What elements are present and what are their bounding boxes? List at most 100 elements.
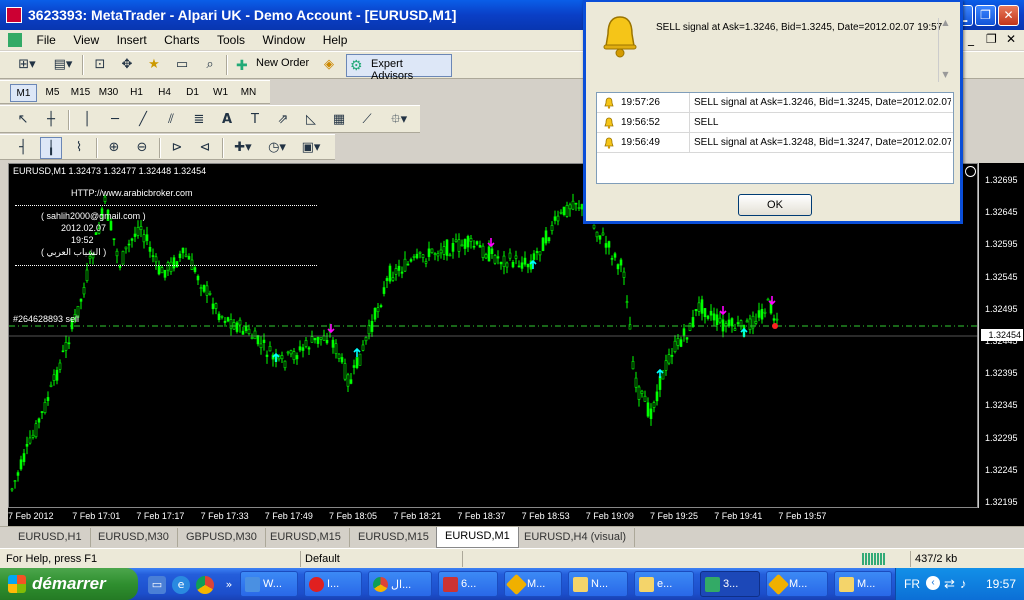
fibonacci-icon[interactable]: ≣ <box>188 109 210 131</box>
tab-eurusd-m15[interactable]: EURUSD,M15 <box>262 528 350 547</box>
mdi-minimize-icon[interactable]: _ <box>968 32 974 46</box>
document-icon[interactable] <box>8 33 22 47</box>
timeframe-m1[interactable]: M1 <box>10 84 37 102</box>
timeframe-m5[interactable]: M5 <box>39 84 66 102</box>
menu-charts[interactable]: Charts <box>157 30 206 50</box>
mdi-close-icon[interactable]: ✕ <box>1006 32 1016 46</box>
vertical-line-icon[interactable]: │ <box>76 109 98 131</box>
language-indicator[interactable]: FR <box>904 577 920 591</box>
metatrader-app-icon <box>6 7 22 23</box>
new-order-button[interactable]: ✚ New Order <box>234 54 313 76</box>
candle-body <box>682 328 686 336</box>
crosshair-icon[interactable]: ┼ <box>40 109 62 131</box>
terminal-icon[interactable]: ▭ <box>171 54 193 76</box>
profiles-icon[interactable]: ▤▾ <box>48 54 78 76</box>
task-button[interactable]: W... <box>240 571 298 597</box>
start-button[interactable]: démarrer <box>0 568 138 600</box>
market-watch-icon[interactable]: ⊡ <box>89 54 111 76</box>
trendline-icon[interactable]: ╱ <box>132 109 154 131</box>
navigator-icon[interactable]: ★ <box>143 54 165 76</box>
candlestick-icon[interactable]: ╽ <box>40 137 62 159</box>
chrome-icon[interactable] <box>196 576 214 594</box>
alert-row[interactable]: 19:57:26 SELL signal at Ask=1.3246, Bid=… <box>597 93 953 113</box>
volume-icon[interactable]: ♪ <box>960 576 967 591</box>
gann-fan-icon[interactable]: ⟋ <box>356 109 378 131</box>
chart-shift-icon[interactable]: ⊲ <box>194 137 216 159</box>
arrows-icon[interactable]: ⇗ <box>272 109 294 131</box>
alert-row[interactable]: 19:56:52 SELL <box>597 113 953 133</box>
horizontal-line-icon[interactable]: ─ <box>104 109 126 131</box>
line-chart-icon[interactable]: ⌇ <box>68 137 90 159</box>
new-chart-icon[interactable]: ⊞▾ <box>12 54 42 76</box>
metaeditor-icon[interactable]: ◈ <box>318 54 340 76</box>
timeframe-h4[interactable]: H4 <box>151 84 178 102</box>
auto-scroll-icon[interactable]: ⊳ <box>166 137 188 159</box>
templates-icon[interactable]: ▣▾ <box>297 137 325 159</box>
task-button[interactable]: N... <box>568 571 628 597</box>
task-button-active[interactable]: 3... <box>700 571 760 597</box>
alert-row[interactable]: 19:56:49 SELL signal at Ask=1.3248, Bid=… <box>597 133 953 153</box>
task-button[interactable]: M... <box>766 571 828 597</box>
strategy-tester-icon[interactable]: ⌕ <box>199 54 221 76</box>
timeframe-w1[interactable]: W1 <box>207 84 234 102</box>
show-desktop-icon[interactable]: ▭ <box>148 576 166 594</box>
menu-window[interactable]: Window <box>256 30 313 50</box>
candle-body <box>16 472 20 476</box>
tray-expand-icon[interactable]: ‹ <box>926 576 940 590</box>
tab-eurusd-m1[interactable]: EURUSD,M1 <box>436 527 519 548</box>
alert-history-list[interactable]: 19:57:26 SELL signal at Ask=1.3246, Bid=… <box>596 92 954 184</box>
tab-gbpusd-m30[interactable]: GBPUSD,M30 <box>178 528 266 547</box>
close-icon[interactable]: ✕ <box>998 5 1019 26</box>
data-window-icon[interactable]: ✥ <box>116 54 138 76</box>
scroll-up-icon[interactable]: ▲ <box>940 18 951 29</box>
zoom-in-icon[interactable]: ⊕ <box>103 137 125 159</box>
timeframe-mn[interactable]: MN <box>235 84 262 102</box>
candle-body <box>67 342 71 345</box>
timeframe-h1[interactable]: H1 <box>123 84 150 102</box>
task-button[interactable]: ال... <box>368 571 432 597</box>
task-button[interactable]: M... <box>834 571 892 597</box>
menu-view[interactable]: View <box>66 30 106 50</box>
menu-tools[interactable]: Tools <box>210 30 252 50</box>
network-icon[interactable]: ⇄ <box>944 576 955 592</box>
text-label-icon[interactable]: T <box>244 109 266 131</box>
task-button[interactable]: 6... <box>438 571 498 597</box>
cursor-icon[interactable]: ↖ <box>12 109 34 131</box>
menu-insert[interactable]: Insert <box>110 30 154 50</box>
maximize-icon[interactable]: ❐ <box>975 5 996 26</box>
clock[interactable]: 19:57 <box>986 577 1016 591</box>
message-scrollbar[interactable]: ▲ ▼ <box>938 18 952 82</box>
candle-body <box>340 357 344 363</box>
scroll-down-icon[interactable]: ▼ <box>940 70 951 81</box>
candle-body <box>508 252 512 259</box>
grid-icon[interactable]: ▦ <box>328 109 350 131</box>
tab-eurusd-m30[interactable]: EURUSD,M30 <box>90 528 178 547</box>
bar-chart-icon[interactable]: ┤ <box>12 137 34 159</box>
indicators-icon[interactable]: ✚▾ <box>229 137 257 159</box>
tab-eurusd-h1[interactable]: EURUSD,H1 <box>10 528 91 547</box>
menu-help[interactable]: Help <box>316 30 355 50</box>
fibo-fan-icon[interactable]: ◺ <box>300 109 322 131</box>
zoom-out-icon[interactable]: ⊖ <box>131 137 153 159</box>
task-button[interactable]: M... <box>504 571 562 597</box>
text-icon[interactable]: A <box>216 109 238 131</box>
menu-file[interactable]: File <box>30 30 63 50</box>
tab-eurusd-m15[interactable]: EURUSD,M15 <box>350 528 438 547</box>
bell-icon <box>604 97 614 109</box>
timeframe-m30[interactable]: M30 <box>95 84 122 102</box>
equidistant-channel-icon[interactable]: ⫽ <box>160 109 182 131</box>
task-button[interactable]: I... <box>304 571 362 597</box>
timeframe-m15[interactable]: M15 <box>67 84 94 102</box>
internet-explorer-icon[interactable]: e <box>172 576 190 594</box>
task-button[interactable]: e... <box>634 571 694 597</box>
tab-eurusd-h4-visual[interactable]: EURUSD,H4 (visual) <box>516 528 636 547</box>
candle-body <box>46 397 50 401</box>
expert-advisors-button[interactable]: ⚙ Expert Advisors <box>346 54 452 82</box>
periods-icon[interactable]: ◷▾ <box>263 137 291 159</box>
more-objects-icon[interactable]: ⯐▾ <box>384 109 414 131</box>
candle-body <box>667 354 671 364</box>
quick-launch-expand-icon[interactable]: » <box>220 576 238 594</box>
ok-button[interactable]: OK <box>738 194 812 216</box>
timeframe-d1[interactable]: D1 <box>179 84 206 102</box>
mdi-restore-icon[interactable]: ❐ <box>986 32 997 46</box>
